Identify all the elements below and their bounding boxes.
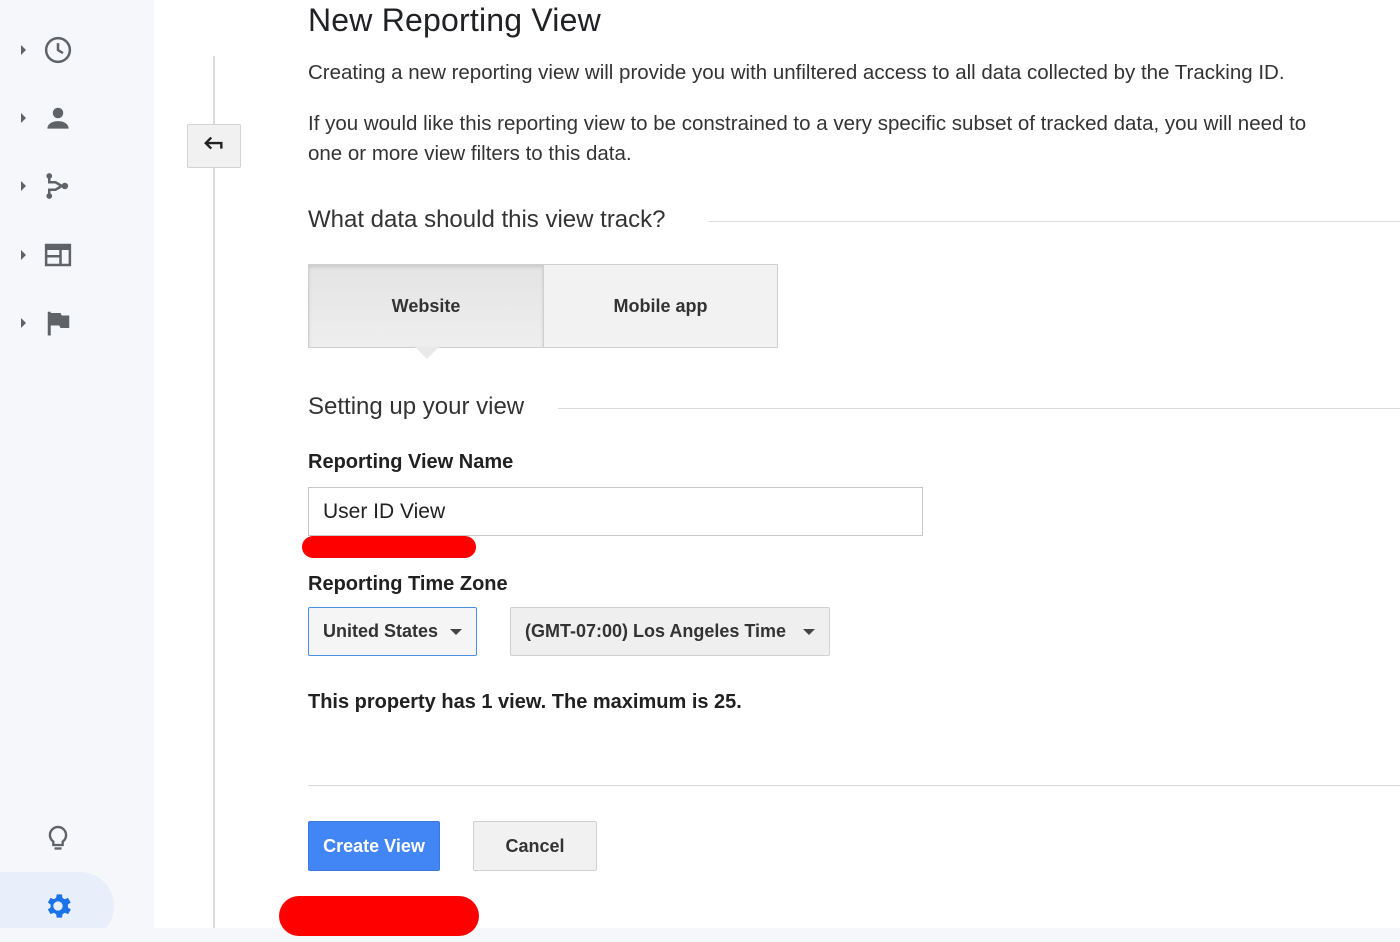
column-divider [213, 56, 215, 928]
expand-caret-icon [21, 318, 26, 328]
back-button[interactable] [187, 124, 241, 168]
bottom-edge [0, 928, 1400, 942]
views-count-info: This property has 1 view. The maximum is… [308, 691, 742, 713]
nav-item-audience[interactable] [0, 93, 154, 143]
section-divider [558, 408, 1400, 409]
intro-text: Creating a new reporting view will provi… [308, 61, 1285, 84]
acquisition-icon [42, 170, 74, 202]
view-name-input[interactable] [308, 487, 923, 536]
tab-mobile-app-label: Mobile app [613, 295, 708, 316]
annotation-underline [302, 536, 476, 558]
behavior-icon [42, 239, 74, 271]
nav-item-conversions[interactable] [0, 298, 154, 348]
expand-caret-icon [21, 45, 26, 55]
time-zone-select-value: (GMT-07:00) Los Angeles Time [525, 621, 787, 641]
time-zone-label: Reporting Time Zone [308, 573, 508, 595]
tab-website-label: Website [391, 295, 461, 316]
section-divider [709, 221, 1400, 222]
cancel-button[interactable]: Cancel [473, 821, 597, 871]
dropdown-arrow-icon [803, 629, 815, 635]
main-content: New Reporting View Creating a new report… [308, 0, 1400, 942]
expand-caret-icon [21, 250, 26, 260]
left-nav-sidebar [0, 0, 154, 942]
time-zone-select[interactable]: (GMT-07:00) Los Angeles Time [510, 607, 830, 656]
filter-note: If you would like this reporting view to… [308, 109, 1306, 169]
nav-item-behavior[interactable] [0, 230, 154, 280]
clock-icon [42, 34, 74, 66]
create-view-button[interactable]: Create View [308, 821, 440, 871]
page-title: New Reporting View [308, 2, 601, 38]
view-name-label: Reporting View Name [308, 451, 514, 473]
back-arrow-icon [201, 133, 227, 160]
tab-website[interactable]: Website [308, 264, 544, 359]
tab-mobile-app[interactable]: Mobile app [544, 264, 778, 348]
nav-item-acquisition[interactable] [0, 161, 154, 211]
country-select[interactable]: United States [308, 607, 477, 656]
filter-note-line-2: one or more view filters to this data. [308, 142, 632, 165]
form-divider [308, 785, 1400, 786]
country-select-value: United States [323, 621, 439, 641]
person-icon [42, 102, 74, 134]
track-section-heading: What data should this view track? [308, 206, 666, 233]
lightbulb-icon[interactable] [42, 820, 74, 856]
flag-icon [42, 307, 74, 339]
selected-tab-pointer [415, 347, 439, 359]
data-type-tabs: Website Mobile app [308, 264, 778, 359]
gear-icon [42, 890, 74, 922]
setup-section-heading: Setting up your view [308, 393, 525, 420]
dropdown-arrow-icon [450, 629, 462, 635]
nav-item-realtime[interactable] [0, 25, 154, 75]
expand-caret-icon [21, 181, 26, 191]
annotation-underline [279, 896, 479, 936]
filter-note-line-1: If you would like this reporting view to… [308, 112, 1307, 135]
expand-caret-icon [21, 113, 26, 123]
